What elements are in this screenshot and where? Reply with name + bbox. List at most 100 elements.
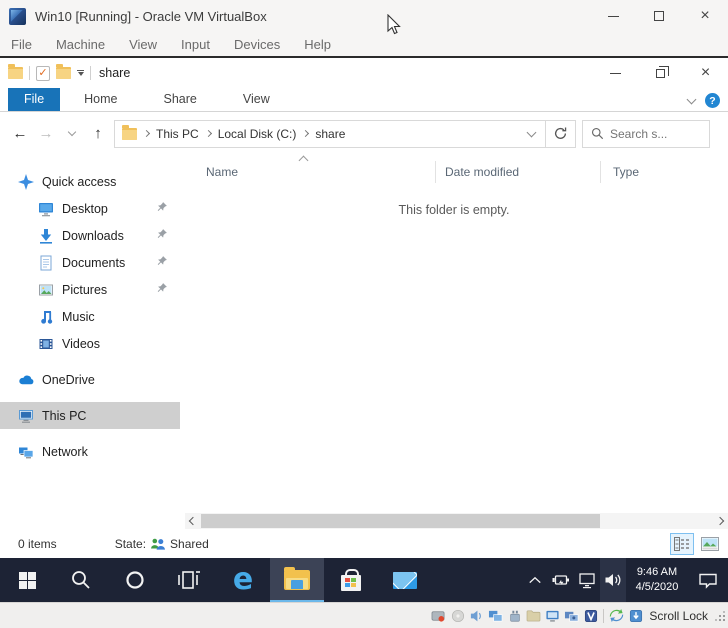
task-view-button[interactable] (162, 558, 216, 602)
large-icons-view-button[interactable] (698, 533, 722, 555)
explorer-restore-button[interactable] (638, 58, 683, 88)
network-monitor-icon (577, 572, 597, 589)
new-folder-button[interactable] (56, 67, 71, 79)
file-explorer-button[interactable] (270, 558, 324, 602)
explorer-minimize-button[interactable] (593, 58, 638, 88)
usb-icon[interactable] (506, 608, 523, 624)
refresh-icon (553, 126, 568, 141)
address-dropdown-icon[interactable] (527, 127, 537, 137)
tray-power-button[interactable] (548, 558, 574, 602)
refresh-button[interactable] (546, 120, 576, 148)
scroll-right-button[interactable] (712, 513, 728, 529)
mail-button[interactable] (378, 558, 432, 602)
vbox-menu-devices[interactable]: Devices (222, 32, 292, 56)
address-bar[interactable]: This PC Local Disk (C:) share (114, 120, 546, 148)
chevron-down-icon (68, 128, 76, 136)
back-button[interactable]: ← (8, 122, 32, 146)
details-view-button[interactable] (670, 533, 694, 555)
sidebar-item-onedrive[interactable]: OneDrive (0, 366, 180, 393)
tab-view[interactable]: View (229, 88, 284, 111)
tray-volume-button[interactable] (600, 558, 626, 602)
network-icon (18, 444, 34, 460)
store-button[interactable] (324, 558, 378, 602)
explorer-close-button[interactable]: × (683, 58, 728, 88)
start-button[interactable] (0, 558, 54, 602)
close-icon: × (700, 8, 709, 24)
cortana-button[interactable] (108, 558, 162, 602)
sidebar-item-documents[interactable]: Documents (0, 249, 180, 276)
help-icon[interactable]: ? (705, 93, 720, 108)
column-header-date-modified[interactable]: Date modified (445, 165, 519, 179)
vbox-menu-help[interactable]: Help (292, 32, 343, 56)
audio-icon[interactable] (468, 608, 485, 624)
edge-button[interactable]: e (216, 558, 270, 602)
task-view-icon (177, 570, 201, 590)
vbox-menu-input[interactable]: Input (169, 32, 222, 56)
scrollbar-track[interactable] (201, 513, 712, 529)
shared-folders-icon[interactable] (525, 608, 542, 624)
column-divider[interactable] (435, 161, 436, 183)
maximize-icon (654, 11, 664, 21)
up-button[interactable]: ↑ (86, 122, 110, 146)
clock-time: 9:46 AM (628, 565, 686, 580)
sidebar-item-pictures[interactable]: Pictures (0, 276, 180, 303)
taskbar-clock[interactable]: 9:46 AM 4/5/2020 (626, 565, 688, 595)
vbox-vm-icon (9, 8, 26, 25)
windows-taskbar: e (0, 558, 728, 602)
column-header-name[interactable]: Name (206, 165, 238, 179)
sidebar-item-desktop[interactable]: Desktop (0, 195, 180, 222)
column-divider[interactable] (600, 161, 601, 183)
hard-disk-icon[interactable] (430, 608, 447, 624)
search-input[interactable] (610, 127, 702, 141)
properties-button[interactable]: ✓ (36, 66, 50, 81)
forward-button[interactable]: → (34, 122, 58, 146)
keyboard-capture-icon[interactable] (627, 608, 644, 624)
folder-icon (122, 128, 137, 140)
breadcrumb-separator-icon (205, 130, 212, 137)
scrollbar-thumb[interactable] (201, 514, 600, 528)
resize-grip[interactable] (714, 610, 726, 622)
scroll-left-button[interactable] (185, 513, 201, 529)
tab-home[interactable]: Home (70, 88, 131, 111)
vbox-menu-file[interactable]: File (0, 32, 44, 56)
vbox-minimize-button[interactable] (590, 0, 636, 32)
recording-icon[interactable] (563, 608, 580, 624)
tab-file[interactable]: File (8, 88, 60, 111)
tab-share[interactable]: Share (150, 88, 211, 111)
sidebar-group-gap (0, 393, 180, 402)
tray-network-button[interactable] (574, 558, 600, 602)
action-center-button[interactable] (688, 558, 728, 602)
breadcrumb-local-disk-c[interactable]: Local Disk (C:) (218, 127, 297, 141)
vbox-menu-view[interactable]: View (117, 32, 169, 56)
breadcrumb-this-pc[interactable]: This PC (156, 127, 199, 141)
expand-ribbon-icon[interactable] (687, 94, 697, 104)
taskbar-search-button[interactable] (54, 558, 108, 602)
column-header-type[interactable]: Type (613, 165, 639, 179)
downloads-icon (38, 228, 54, 244)
vbox-close-button[interactable]: × (682, 0, 728, 32)
display-icon[interactable] (544, 608, 561, 624)
customize-toolbar-button[interactable] (77, 70, 84, 76)
sidebar-group-gap (0, 357, 180, 366)
vbox-menubar: File Machine View Input Devices Help (0, 32, 728, 56)
pin-icon (156, 255, 168, 267)
sidebar-item-downloads[interactable]: Downloads (0, 222, 180, 249)
sidebar-item-label: Downloads (62, 229, 124, 243)
recent-locations-button[interactable] (60, 122, 84, 146)
tray-overflow-button[interactable] (522, 558, 548, 602)
state-value: Shared (170, 537, 209, 551)
vbox-maximize-button[interactable] (636, 0, 682, 32)
sidebar-item-videos[interactable]: Videos (0, 330, 180, 357)
optical-disc-icon[interactable] (449, 608, 466, 624)
sidebar-item-quick-access[interactable]: Quick access (0, 168, 180, 195)
vbox-menu-machine[interactable]: Machine (44, 32, 117, 56)
horizontal-scrollbar[interactable] (185, 513, 728, 529)
sidebar-item-music[interactable]: Music (0, 303, 180, 330)
breadcrumb-share[interactable]: share (315, 127, 345, 141)
features-icon[interactable] (582, 608, 599, 624)
network-adapters-icon[interactable] (487, 608, 504, 624)
customize-bar (77, 70, 84, 71)
sidebar-item-network[interactable]: Network (0, 438, 180, 465)
mouse-integration-icon[interactable] (608, 608, 625, 624)
sidebar-item-this-pc[interactable]: This PC (0, 402, 180, 429)
